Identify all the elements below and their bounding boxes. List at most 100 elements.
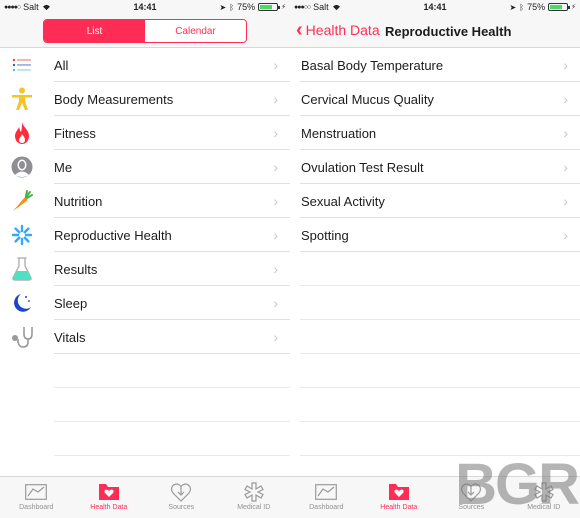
battery-icon	[258, 3, 281, 11]
empty-row	[290, 388, 580, 422]
battery-icon	[548, 3, 571, 11]
reproductive-health-screen: ●●●○○ Salt 14:41 ➤ ᛒ 75% ⚡ ‹ Health Data…	[290, 0, 580, 518]
empty-row	[0, 354, 290, 388]
item-label: Cervical Mucus Quality	[301, 91, 434, 107]
category-me[interactable]: Me ›	[0, 150, 290, 184]
category-nutrition[interactable]: Nutrition ›	[0, 184, 290, 218]
status-bar: ●●●○○ Salt 14:41 ➤ ᛒ 75% ⚡	[290, 0, 580, 14]
empty-row	[290, 422, 580, 456]
list-item-cervical-mucus-quality[interactable]: Cervical Mucus Quality ›	[290, 82, 580, 116]
back-label: Health Data	[305, 22, 380, 38]
chevron-right-icon: ›	[273, 329, 278, 345]
tab-dashboard[interactable]: Dashboard	[0, 477, 73, 518]
list-item-ovulation-test-result[interactable]: Ovulation Test Result ›	[290, 150, 580, 184]
category-all[interactable]: All ›	[0, 48, 290, 82]
chevron-right-icon: ›	[273, 295, 278, 311]
location-icon: ➤	[219, 2, 227, 12]
chevron-right-icon: ›	[273, 227, 278, 243]
tab-medical-id[interactable]: Medical ID	[508, 477, 580, 518]
empty-row	[0, 422, 290, 456]
back-button[interactable]: ‹ Health Data	[296, 19, 380, 41]
data-type-list: Basal Body Temperature › Cervical Mucus …	[290, 48, 580, 456]
chevron-left-icon: ‹	[296, 19, 303, 41]
list-item-menstruation[interactable]: Menstruation ›	[290, 116, 580, 150]
tab-medical-id[interactable]: Medical ID	[218, 477, 291, 518]
health-data-icon	[97, 481, 121, 503]
location-icon: ➤	[509, 2, 517, 12]
chevron-right-icon: ›	[273, 125, 278, 141]
category-list: All › Body Measurements › Fitness › Me ›…	[0, 48, 290, 456]
empty-row	[290, 286, 580, 320]
tab-bar: Dashboard Health Data Sources Medical ID	[0, 476, 290, 518]
flask-icon	[0, 252, 44, 286]
chevron-right-icon: ›	[563, 125, 568, 141]
dashboard-icon	[24, 481, 48, 503]
category-label: All	[54, 57, 69, 73]
empty-row	[290, 320, 580, 354]
view-segmented-control[interactable]: List Calendar	[43, 19, 247, 43]
chevron-right-icon: ›	[273, 159, 278, 175]
chevron-right-icon: ›	[563, 159, 568, 175]
medical-id-icon	[242, 481, 266, 503]
chevron-right-icon: ›	[273, 261, 278, 277]
chevron-right-icon: ›	[563, 193, 568, 209]
list-item-spotting[interactable]: Spotting ›	[290, 218, 580, 252]
battery-percent: 75%	[237, 2, 256, 12]
segment-calendar[interactable]: Calendar	[145, 20, 246, 42]
snowflake-icon	[0, 218, 44, 252]
category-vitals[interactable]: Vitals ›	[0, 320, 290, 354]
chevron-right-icon: ›	[563, 57, 568, 73]
category-label: Me	[54, 159, 73, 175]
item-label: Menstruation	[301, 125, 377, 141]
medical-id-icon	[532, 481, 556, 503]
list-item-basal-body-temperature[interactable]: Basal Body Temperature ›	[290, 48, 580, 82]
battery-percent: 75%	[527, 2, 546, 12]
sources-icon	[169, 481, 193, 503]
person-icon	[0, 150, 44, 184]
bluetooth-icon: ᛒ	[519, 2, 525, 12]
tab-sources[interactable]: Sources	[435, 477, 508, 518]
bluetooth-icon: ᛒ	[229, 2, 235, 12]
category-label: Nutrition	[54, 193, 103, 209]
segment-list[interactable]: List	[44, 20, 145, 42]
tab-bar: Dashboard Health Data Sources Medical ID	[290, 476, 580, 518]
tab-health-data[interactable]: Health Data	[73, 477, 146, 518]
list-item-sexual-activity[interactable]: Sexual Activity ›	[290, 184, 580, 218]
stethoscope-icon	[0, 320, 44, 354]
health-data-screen: ●●●●○ Salt 14:41 ➤ ᛒ 75% ⚡ List Calendar	[0, 0, 290, 518]
category-body-measurements[interactable]: Body Measurements ›	[0, 82, 290, 116]
empty-row	[290, 354, 580, 388]
chevron-right-icon: ›	[563, 227, 568, 243]
tab-dashboard[interactable]: Dashboard	[290, 477, 363, 518]
tab-health-data[interactable]: Health Data	[363, 477, 436, 518]
category-label: Results	[54, 261, 98, 277]
category-sleep[interactable]: Sleep ›	[0, 286, 290, 320]
chevron-right-icon: ›	[273, 91, 278, 107]
navigation-bar: List Calendar	[0, 14, 290, 48]
chevron-right-icon: ›	[563, 91, 568, 107]
category-fitness[interactable]: Fitness ›	[0, 116, 290, 150]
health-data-icon	[387, 481, 411, 503]
list-icon	[0, 48, 44, 82]
sources-icon	[459, 481, 483, 503]
tab-sources[interactable]: Sources	[145, 477, 218, 518]
item-label: Ovulation Test Result	[301, 159, 424, 175]
carrot-icon	[0, 184, 44, 218]
status-bar: ●●●●○ Salt 14:41 ➤ ᛒ 75% ⚡	[0, 0, 290, 14]
chevron-right-icon: ›	[273, 57, 278, 73]
empty-row	[0, 388, 290, 422]
category-label: Reproductive Health	[54, 227, 172, 243]
item-label: Basal Body Temperature	[301, 57, 444, 73]
empty-row	[290, 252, 580, 286]
moon-icon	[0, 286, 44, 320]
category-reproductive-health[interactable]: Reproductive Health ›	[0, 218, 290, 252]
charging-icon: ⚡	[281, 4, 286, 11]
item-label: Spotting	[301, 227, 349, 243]
category-label: Body Measurements	[54, 91, 174, 107]
page-title: Reproductive Health	[385, 24, 512, 39]
category-label: Vitals	[54, 329, 86, 345]
flame-icon	[0, 116, 44, 150]
category-results[interactable]: Results ›	[0, 252, 290, 286]
dashboard-icon	[314, 481, 338, 503]
charging-icon: ⚡	[571, 4, 576, 11]
